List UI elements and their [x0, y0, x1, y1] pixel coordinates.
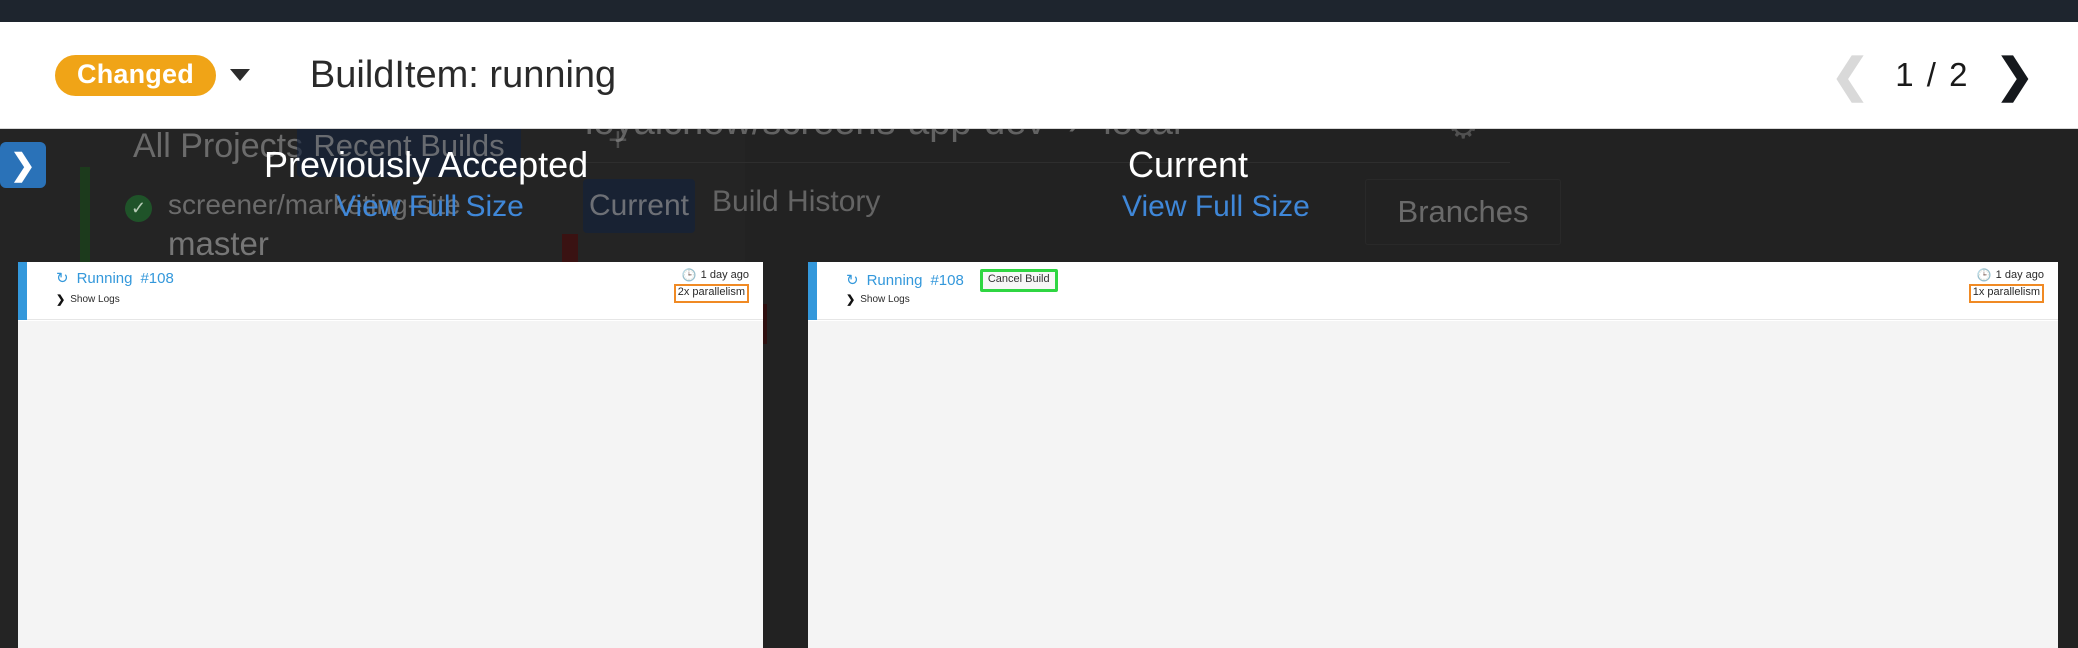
page-title: BuildItem: running — [309, 53, 617, 96]
breadcrumb-env[interactable]: local — [1103, 129, 1181, 143]
review-header-bar: Changed BuildItem: running ❮ 1 / 2 ❯ — [0, 22, 2078, 129]
chevron-left-icon[interactable]: ❮ — [1831, 52, 1870, 98]
tab-current[interactable]: Current — [583, 179, 695, 233]
snapshot-card-previous: ↻ Running #108 ❯ Show Logs 🕒 1 day ago 2… — [18, 262, 763, 648]
card-body-right — [808, 321, 2058, 648]
clock-icon: 🕒 — [1976, 268, 1992, 282]
sidebar-toggle-button[interactable]: ❯ — [0, 142, 46, 188]
show-logs-toggle-left[interactable]: ❯ Show Logs — [56, 293, 120, 306]
build-time-row: 🕒 1 day ago — [674, 269, 749, 281]
tab-branches[interactable]: Branches — [1365, 179, 1561, 245]
cancel-build-button[interactable]: Cancel Build — [979, 269, 1058, 292]
spinner-icon: ↻ — [846, 272, 859, 290]
snapshot-card-current: ↻ Running #108 Cancel Build ❯ Show Logs … — [808, 262, 2058, 648]
view-full-size-right-link[interactable]: View Full Size — [1122, 190, 1310, 224]
build-branch: master — [168, 225, 269, 262]
build-time-text: 1 day ago — [1995, 269, 2044, 281]
parallelism-badge: 2x parallelism — [673, 284, 749, 303]
breadcrumb-separator-icon: › — [1068, 129, 1081, 143]
breadcrumb-org[interactable]: loyalchow/screens-app-dev — [585, 129, 1045, 143]
status-badge-dropdown[interactable]: Changed — [55, 54, 250, 96]
chevron-right-icon: ❯ — [10, 148, 36, 182]
build-time-text: 1 day ago — [700, 269, 749, 281]
chevron-right-icon[interactable]: ❯ — [1995, 52, 2034, 98]
label-previously-accepted: Previously Accepted — [264, 144, 589, 185]
chevron-right-icon: ❯ — [846, 294, 856, 306]
show-logs-toggle-right[interactable]: ❯ Show Logs — [846, 293, 910, 306]
spinner-icon: ↻ — [56, 270, 69, 287]
build-status-text: Running — [76, 269, 133, 287]
parallelism-badge: 1x parallelism — [1968, 284, 2044, 303]
top-dark-strip — [0, 0, 2078, 22]
panel-divider — [560, 162, 1510, 163]
tab-build-history[interactable]: Build History — [712, 185, 880, 219]
build-status-line-right: ↻ Running #108 Cancel Build — [846, 269, 1058, 292]
build-time-row: 🕒 1 day ago — [1969, 269, 2044, 281]
breadcrumb: loyalchow/screens-app-dev › local — [585, 129, 1181, 144]
card-accent-bar — [808, 262, 817, 320]
show-logs-label: Show Logs — [70, 294, 120, 305]
chevron-right-icon: ❯ — [56, 294, 66, 306]
build-number: #108 — [140, 269, 174, 287]
show-logs-label: Show Logs — [860, 294, 910, 305]
card-accent-bar — [18, 262, 27, 320]
label-current: Current — [1128, 144, 1249, 185]
build-card-header-right: ↻ Running #108 Cancel Build ❯ Show Logs … — [808, 262, 2058, 320]
gear-icon[interactable]: ⚙ — [1448, 129, 1478, 147]
build-meta-right: 🕒 1 day ago 1x parallelism — [1968, 269, 2044, 303]
build-status-text: Running — [866, 271, 923, 289]
build-meta-left: 🕒 1 day ago 2x parallelism — [673, 269, 749, 303]
caret-down-icon[interactable] — [229, 69, 250, 81]
check-circle-icon: ✓ — [125, 195, 152, 222]
pager: ❮ 1 / 2 ❯ — [1831, 52, 2034, 98]
clock-icon: 🕒 — [681, 268, 697, 282]
build-status-line-left: ↻ Running #108 — [56, 269, 174, 288]
card-body-left — [18, 321, 763, 648]
build-card-header-left: ↻ Running #108 ❯ Show Logs 🕒 1 day ago 2… — [18, 262, 763, 320]
pager-count: 1 / 2 — [1895, 56, 1970, 93]
screen-root: Changed BuildItem: running ❮ 1 / 2 ❯ ❯ A… — [0, 0, 2078, 648]
build-number: #108 — [930, 271, 964, 289]
view-full-size-left-link[interactable]: View Full Size — [336, 190, 524, 224]
status-badge[interactable]: Changed — [55, 54, 216, 96]
